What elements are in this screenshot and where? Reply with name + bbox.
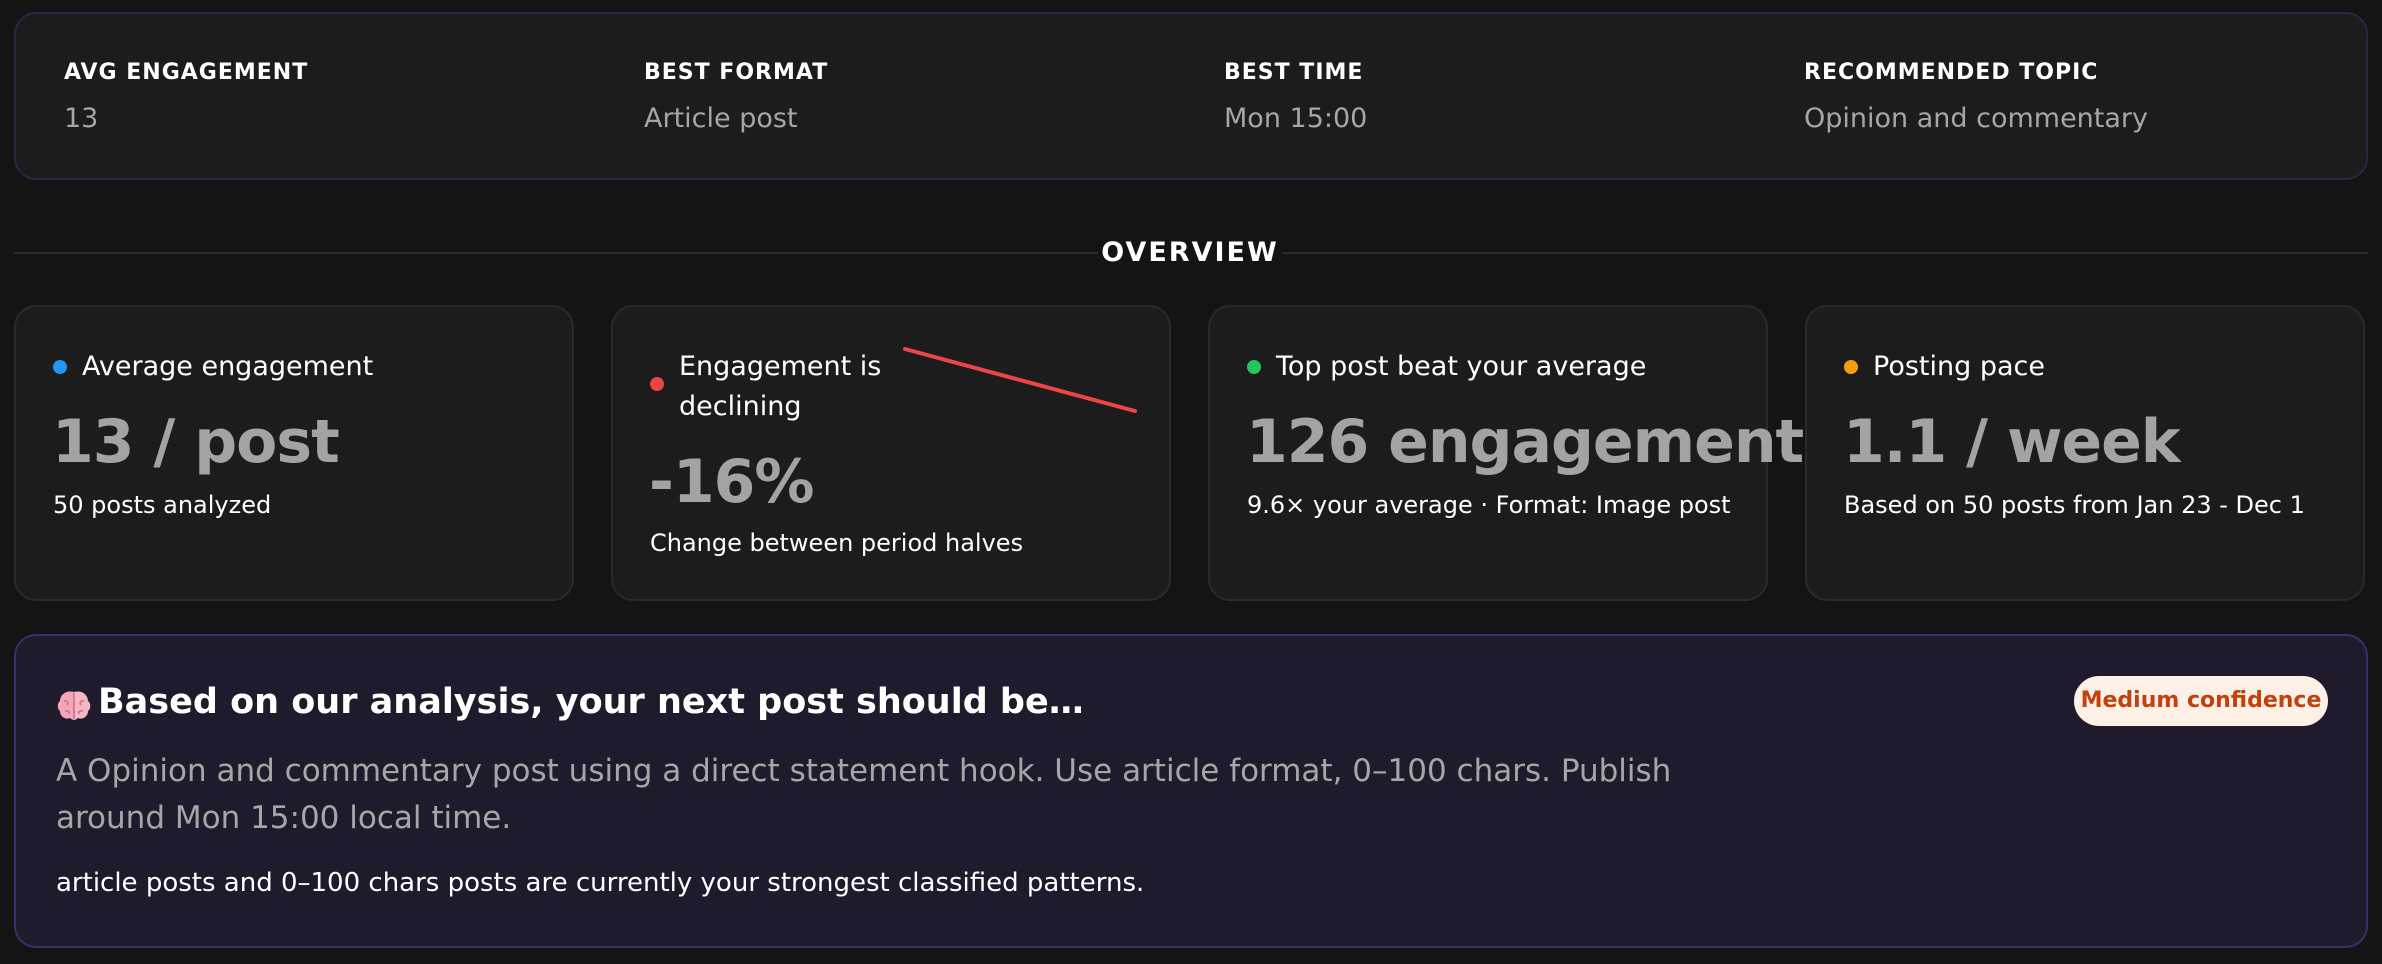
trend-line (903, 347, 1137, 413)
card-value: -16% (649, 447, 815, 517)
confidence-badge: Medium confidence (2074, 676, 2328, 726)
summary-recommended-topic: RECOMMENDED TOPIC Opinion and commentary (1804, 60, 2148, 134)
brain-icon (57, 691, 91, 720)
card-subtitle: Based on 50 posts from Jan 23 - Dec 1 (1844, 491, 2305, 519)
summary-value: 13 (64, 103, 99, 134)
summary-value: Article post (644, 103, 798, 134)
card-title: Average engagement (82, 351, 374, 382)
card-title: Engagement is declining (679, 351, 882, 422)
card-posting-pace: Posting pace 1.1 / week Based on 50 post… (1805, 305, 2365, 601)
summary-label: RECOMMENDED TOPIC (1804, 60, 2099, 85)
card-subtitle: 9.6× your average · Format: Image post (1247, 491, 1731, 519)
recommendation-body: A Opinion and commentary post using a di… (56, 753, 1672, 836)
summary-label: AVG ENGAGEMENT (64, 60, 309, 85)
card-value: 1.1 / week (1843, 407, 2181, 477)
card-top-post: Top post beat your average 126 engagemen… (1208, 305, 1839, 601)
analytics-page: AVG ENGAGEMENT 13 BEST FORMAT Article po… (0, 0, 2382, 964)
card-average-engagement: Average engagement 13 / post 50 posts an… (14, 305, 574, 601)
status-dot-icon (1844, 360, 1858, 374)
card-subtitle: 50 posts analyzed (53, 491, 272, 519)
status-dot-icon (53, 360, 67, 374)
status-dot-icon (650, 377, 664, 391)
summary-bar: AVG ENGAGEMENT 13 BEST FORMAT Article po… (14, 12, 2368, 180)
overview-heading: OVERVIEW (1098, 234, 1282, 272)
card-value: 126 engagements (1246, 407, 1839, 477)
card-title: Top post beat your average (1276, 351, 1647, 382)
summary-label: BEST FORMAT (644, 60, 829, 85)
recommendation-note: article posts and 0–100 chars posts are … (56, 868, 1145, 898)
card-value: 13 / post (52, 407, 340, 477)
summary-best-format: BEST FORMAT Article post (644, 60, 828, 134)
card-title: Posting pace (1873, 351, 2045, 382)
summary-label: BEST TIME (1224, 60, 1364, 85)
summary-value: Mon 15:00 (1224, 103, 1368, 134)
recommendation-title: Based on our analysis, your next post sh… (98, 682, 1084, 722)
status-dot-icon (1247, 360, 1261, 374)
trend-down-sparkline-icon (903, 347, 1137, 413)
summary-avg-engagement: AVG ENGAGEMENT 13 (64, 60, 308, 134)
recommendation-panel: Based on our analysis, your next post sh… (14, 634, 2368, 948)
card-subtitle: Change between period halves (650, 529, 1024, 557)
summary-best-time: BEST TIME Mon 15:00 (1224, 60, 1367, 134)
card-engagement-trend: Engagement is declining -16% Change betw… (611, 305, 1171, 601)
summary-value: Opinion and commentary (1804, 103, 2148, 134)
